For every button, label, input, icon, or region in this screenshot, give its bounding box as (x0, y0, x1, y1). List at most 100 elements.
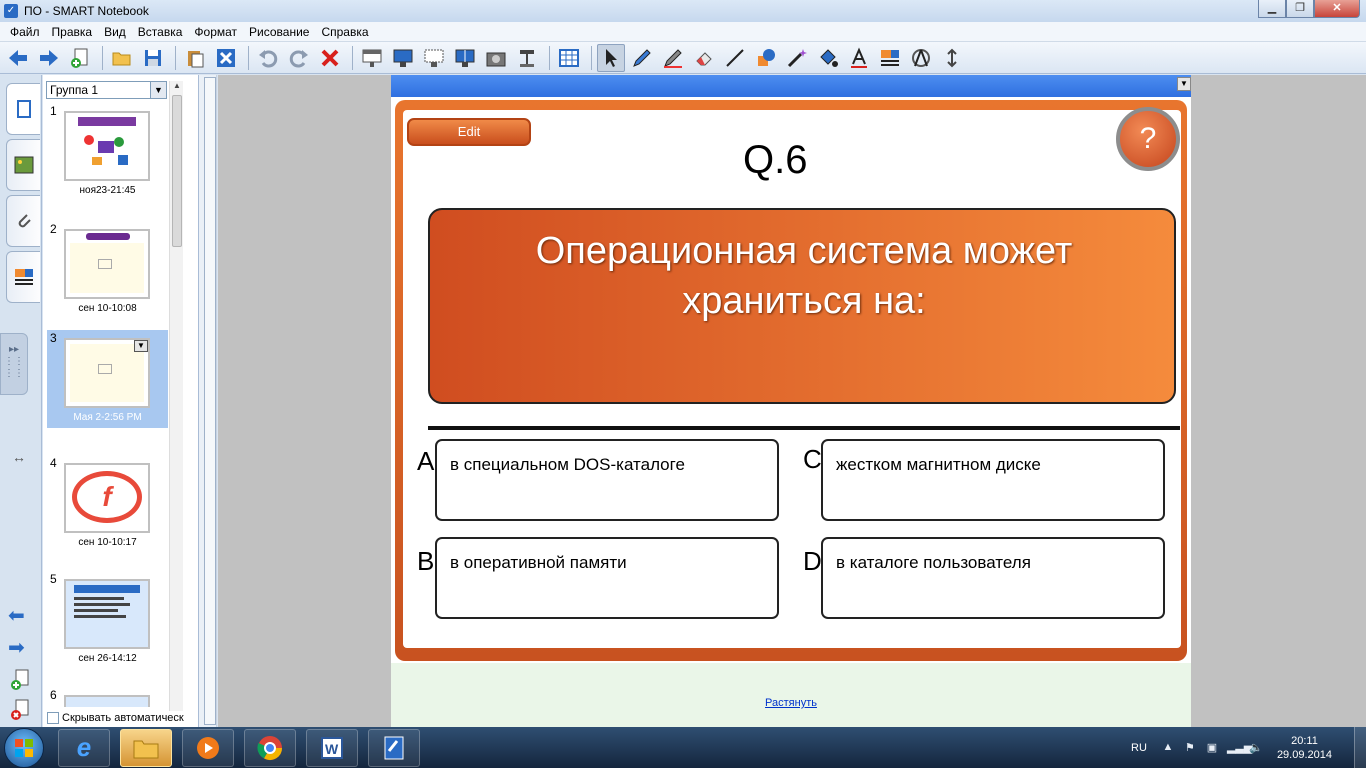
taskbar-chrome[interactable] (244, 728, 296, 767)
next-page-button[interactable] (35, 44, 63, 72)
show-desktop-button[interactable] (1354, 727, 1366, 768)
scroll-thumb[interactable] (172, 95, 182, 247)
show-hidden-icons-icon[interactable]: ▲ (1161, 741, 1175, 755)
language-indicator[interactable]: RU (1131, 742, 1147, 754)
insert-table-button[interactable] (555, 44, 583, 72)
taskbar-internet-explorer[interactable]: e (58, 728, 110, 767)
answer-box-b[interactable]: в оперативной памяти (435, 537, 779, 619)
close-button[interactable]: ✕ (1314, 0, 1360, 18)
quiz-panel: Q.6 Операционная система может храниться… (403, 110, 1181, 648)
start-button[interactable] (4, 727, 44, 768)
volume-icon[interactable]: 🔈 (1249, 741, 1263, 755)
delete-button[interactable] (316, 44, 344, 72)
shapes-tool-button[interactable] (752, 44, 780, 72)
document-camera-button[interactable] (513, 44, 541, 72)
minimize-button[interactable]: ▁ (1258, 0, 1286, 18)
page-options-dropdown-icon[interactable]: ▼ (1177, 77, 1191, 91)
transparent-background-button[interactable] (420, 44, 448, 72)
taskbar-word[interactable]: W (306, 728, 358, 767)
autohide-checkbox[interactable] (47, 712, 59, 724)
network-signal-icon[interactable]: ▂▃▅ (1227, 741, 1252, 755)
properties-button[interactable] (876, 44, 904, 72)
save-button[interactable] (139, 44, 167, 72)
clock-time: 20:11 (1291, 734, 1318, 747)
sidebar-collapse-grip[interactable]: ▸▸ ⋮⋮ ⋮⋮ (0, 333, 28, 395)
device-icon[interactable]: ▣ (1205, 741, 1219, 755)
menu-edit[interactable]: Правка (46, 25, 99, 39)
help-button[interactable]: ? (1116, 107, 1180, 171)
tab-properties[interactable] (6, 251, 40, 303)
tab-gallery[interactable] (6, 139, 40, 191)
measurement-tools-button[interactable] (907, 44, 935, 72)
add-page-small-icon[interactable] (10, 669, 30, 691)
delete-page-button[interactable] (212, 44, 240, 72)
redo-button[interactable] (285, 44, 313, 72)
thumbnail-image (64, 111, 150, 181)
creative-pen-button[interactable] (659, 44, 687, 72)
taskbar-explorer[interactable] (120, 728, 172, 767)
panel-splitter[interactable] (199, 75, 217, 727)
scroll-up-icon[interactable]: ▲ (170, 81, 184, 93)
folder-open-icon (112, 52, 131, 65)
smart-notebook-app-icon[interactable]: ✓ (4, 4, 18, 18)
chevron-down-icon[interactable]: ▼ (150, 82, 166, 98)
taskbar-media-player[interactable] (182, 728, 234, 767)
menu-file[interactable]: Файл (4, 25, 46, 39)
taskbar-smart-notebook[interactable] (368, 728, 420, 767)
fill-tool-button[interactable] (814, 44, 842, 72)
action-center-flag-icon[interactable]: ⚑ (1183, 741, 1197, 755)
eraser-tool-button[interactable] (690, 44, 718, 72)
select-tool-button[interactable] (597, 43, 625, 72)
notebook-page[interactable]: Q.6 Операционная система может храниться… (391, 97, 1191, 727)
pen-tool-button[interactable] (628, 44, 656, 72)
tab-attachments[interactable] (6, 195, 40, 247)
open-button[interactable] (108, 44, 136, 72)
page-thumbnail[interactable]: 6 (47, 687, 168, 707)
screen-capture-button[interactable] (482, 44, 510, 72)
maximize-button[interactable]: ❐ (1286, 0, 1314, 18)
answer-box-c[interactable]: жестком магнитном диске (821, 439, 1165, 521)
eraser-icon (696, 51, 712, 65)
autohide-option[interactable]: Скрывать автоматическ (47, 711, 197, 725)
paste-button[interactable] (181, 44, 209, 72)
menu-help[interactable]: Справка (315, 25, 374, 39)
magic-pen-button[interactable] (783, 44, 811, 72)
next-page-arrow-icon[interactable]: ➡ (8, 635, 25, 660)
properties-icon (881, 49, 899, 66)
menu-format[interactable]: Формат (188, 25, 243, 39)
delete-page-small-icon[interactable] (10, 699, 30, 721)
answer-box-a[interactable]: в специальном DOS-каталоге (435, 439, 779, 521)
toolbar-separator (175, 45, 176, 70)
menu-draw[interactable]: Рисование (243, 25, 315, 39)
full-screen-button[interactable] (389, 44, 417, 72)
clock[interactable]: 20:11 29.09.2014 (1277, 734, 1332, 762)
text-tool-button[interactable] (845, 44, 873, 72)
thumbnail-menu-icon[interactable]: ▼ (134, 340, 148, 352)
menu-view[interactable]: Вид (98, 25, 132, 39)
answer-box-d[interactable]: в каталоге пользователя (821, 537, 1165, 619)
tab-page-sorter[interactable] (6, 83, 40, 135)
menu-insert[interactable]: Вставка (132, 25, 189, 39)
stretch-link[interactable]: Растянуть (391, 697, 1191, 709)
resize-arrows-icon[interactable]: ↔ (12, 449, 26, 465)
arrow-right-icon (40, 49, 58, 66)
toolbar-position-button[interactable] (938, 44, 966, 72)
line-tool-button[interactable] (721, 44, 749, 72)
page-thumbnail[interactable]: 1 ноя23-21:45 (47, 103, 168, 201)
table-icon (559, 48, 579, 67)
sorter-scrollbar[interactable]: ▲ ▼ (169, 81, 183, 721)
dual-page-button[interactable] (451, 44, 479, 72)
group-dropdown[interactable]: Группа 1 ▼ (46, 81, 167, 99)
question-box[interactable]: Операционная система может храниться на: (428, 208, 1176, 404)
page-thumbnail[interactable]: f 4 сен 10-10:17 (47, 455, 168, 553)
previous-page-button[interactable] (4, 44, 32, 72)
previous-page-arrow-icon[interactable]: ⬅ (8, 603, 25, 628)
page-thumbnail[interactable]: 5 сен 26-14:12 (47, 571, 168, 669)
screen-shade-button[interactable] (358, 44, 386, 72)
page-thumbnail-selected[interactable]: ▼ 3 Мая 2-2:56 PM (47, 330, 168, 428)
vertical-scrollbar[interactable] (204, 77, 216, 725)
page-thumbnail[interactable]: 2 сен 10-10:08 (47, 221, 168, 319)
undo-button[interactable] (254, 44, 282, 72)
add-page-button[interactable] (66, 44, 94, 72)
edit-button[interactable]: Edit (407, 118, 531, 146)
